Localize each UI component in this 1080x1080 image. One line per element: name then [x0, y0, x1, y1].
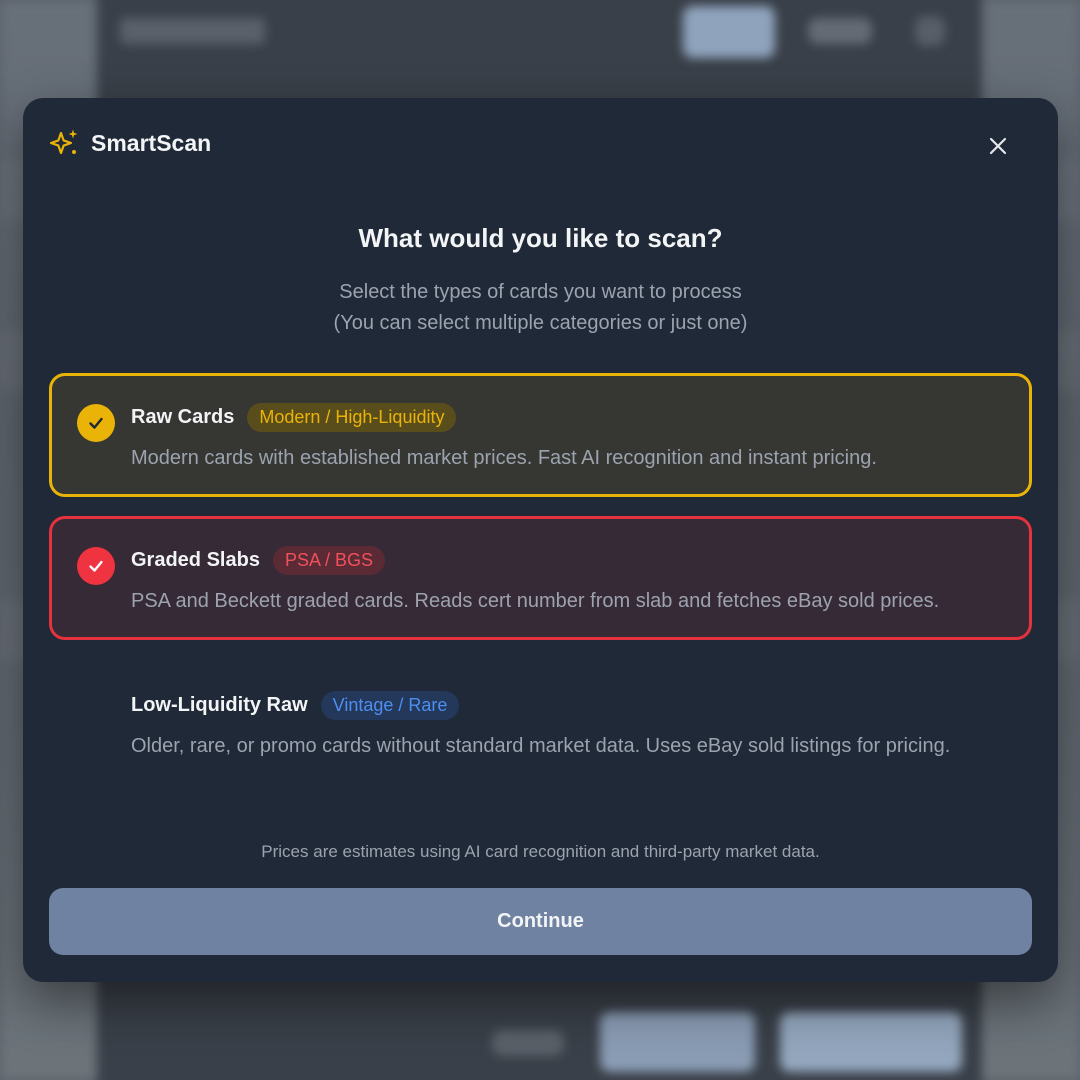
option-badge: Vintage / Rare	[320, 691, 460, 720]
background-title	[120, 18, 265, 44]
background-button	[492, 1030, 564, 1056]
pricing-disclaimer: Prices are estimates using AI card recog…	[261, 842, 820, 861]
background-button	[600, 1012, 755, 1072]
close-button[interactable]	[982, 132, 1014, 164]
dialog-subtitle-line: (You can select multiple categories or j…	[333, 312, 748, 334]
close-icon	[989, 137, 1007, 160]
option-title: Graded Slabs	[131, 549, 260, 571]
option-description: Older, rare, or promo cards without stan…	[131, 735, 951, 757]
option-raw-cards[interactable]: Raw Cards Modern / High-Liquidity Modern…	[49, 373, 1032, 497]
selected-check-icon	[77, 404, 115, 442]
option-description: Modern cards with established market pri…	[131, 447, 877, 469]
background-button	[683, 6, 775, 58]
dialog-subtitle: Select the types of cards you want to pr…	[23, 277, 1058, 339]
option-graded-slabs[interactable]: Graded Slabs PSA / BGS PSA and Beckett g…	[49, 516, 1032, 640]
option-title: Low-Liquidity Raw	[131, 694, 308, 716]
smartscan-dialog: SmartScan What would you like to scan? S…	[23, 98, 1058, 982]
option-badge: PSA / BGS	[272, 546, 385, 575]
dialog-header-brand: SmartScan	[49, 128, 211, 158]
dialog-subtitle-line: Select the types of cards you want to pr…	[339, 281, 742, 303]
sparkles-icon	[49, 128, 79, 158]
dialog-heading: What would you like to scan?	[358, 223, 723, 253]
option-low-liquidity-raw[interactable]: Low-Liquidity Raw Vintage / Rare Older, …	[49, 661, 1032, 811]
continue-button[interactable]: Continue	[49, 888, 1032, 955]
background-button	[808, 18, 872, 44]
option-description: PSA and Beckett graded cards. Reads cert…	[131, 590, 940, 612]
background-button	[780, 1012, 962, 1072]
option-title: Raw Cards	[131, 406, 235, 428]
app-name: SmartScan	[91, 129, 212, 156]
background-button	[915, 16, 945, 46]
selected-check-icon	[77, 547, 115, 585]
option-badge: Modern / High-Liquidity	[247, 403, 457, 432]
